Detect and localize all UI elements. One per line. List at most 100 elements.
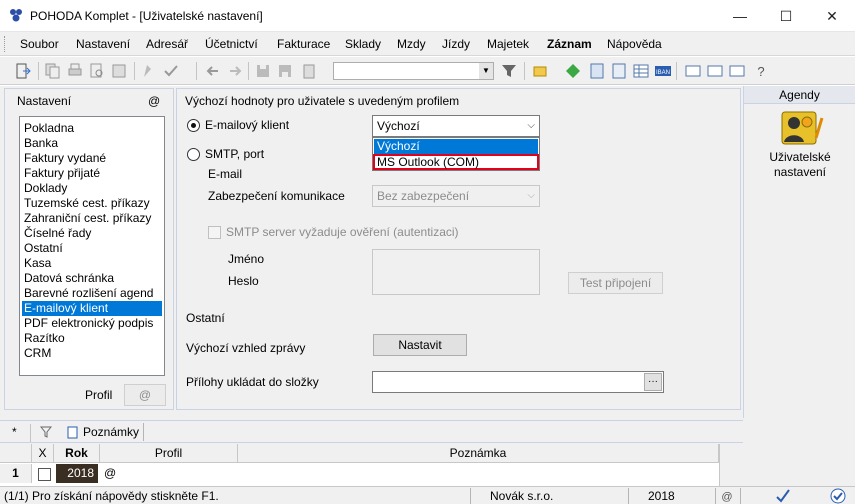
browse-button[interactable]: ··· [644, 373, 662, 391]
exit-icon[interactable] [14, 62, 32, 80]
at-icon[interactable]: @ [148, 94, 160, 108]
check-dropdown-icon[interactable] [162, 62, 180, 80]
new-record-star[interactable]: * [12, 425, 17, 439]
tab-poznamky[interactable]: Poznámky [83, 425, 139, 439]
menu-fakturace[interactable]: Fakturace [277, 37, 330, 51]
diamond-icon[interactable] [564, 62, 582, 80]
help-icon[interactable]: ? [752, 62, 770, 80]
list-item[interactable]: Datová schránka [22, 271, 162, 286]
copy-icon[interactable] [44, 62, 62, 80]
status-help: (1/1) Pro získání nápovědy stiskněte F1. [4, 489, 219, 503]
list-item[interactable]: Ostatní [22, 241, 162, 256]
filter-icon[interactable] [40, 426, 52, 438]
list-item[interactable]: Doklady [22, 181, 162, 196]
name-label: Jméno [228, 252, 265, 266]
list-item[interactable]: Razítko [22, 331, 162, 346]
column-header-profil[interactable]: Profil [100, 444, 238, 463]
svg-text:IBAN: IBAN [656, 70, 670, 76]
pohoda-app-icon [10, 9, 22, 22]
toolbar-search-combo[interactable]: ▼ [333, 62, 494, 80]
menu-mzdy[interactable]: Mzdy [397, 37, 426, 51]
list-item[interactable]: Faktury přijaté [22, 166, 162, 181]
menu-soubor[interactable]: Soubor [20, 37, 59, 51]
list-item[interactable]: Barevné rozlišení agend [22, 286, 162, 301]
message3-icon[interactable] [728, 62, 746, 80]
toolbar-separator [134, 62, 135, 80]
email-client-combo-value: Výchozí [377, 119, 420, 133]
pen-check-icon[interactable] [775, 488, 791, 504]
list-item[interactable]: Pokladna [22, 121, 162, 136]
email-client-combo[interactable]: Výchozí ⌵ [372, 115, 540, 137]
calculator-icon[interactable] [588, 62, 606, 80]
column-header-poznamka[interactable]: Poznámka [238, 444, 719, 463]
close-button[interactable]: ✕ [809, 0, 855, 32]
at-status-icon[interactable]: @ [720, 489, 734, 503]
agendas-panel: Agendy Uživatelské nastavení [743, 86, 855, 418]
back-arrow-icon[interactable] [204, 62, 222, 80]
print-icon[interactable] [66, 62, 84, 80]
menu-nastaveni[interactable]: Nastavení [76, 37, 130, 51]
menu-sklady[interactable]: Sklady [345, 37, 381, 51]
toolbar-separator [524, 62, 525, 80]
cell-poznamka[interactable] [242, 464, 712, 483]
menu-jizdy[interactable]: Jízdy [442, 37, 470, 51]
smtp-radio[interactable] [187, 148, 200, 161]
menu-zaznam[interactable]: Záznam [547, 37, 592, 51]
set-button[interactable]: Nastavit [373, 334, 467, 356]
menu-majetek[interactable]: Majetek [487, 37, 529, 51]
attachments-folder-input[interactable]: ··· [372, 371, 664, 393]
list-item[interactable]: Číselné řady [22, 226, 162, 241]
menu-bar: Soubor Nastavení Adresář Účetnictví Fakt… [0, 32, 855, 56]
email-client-radio[interactable] [187, 119, 200, 132]
cell-rok[interactable]: 2018 [56, 464, 98, 483]
clipboard-icon[interactable] [300, 62, 318, 80]
document-icon[interactable] [140, 62, 158, 80]
security-combo: Bez zabezpečení ⌵ [372, 185, 540, 207]
list-item[interactable]: Faktury vydané [22, 151, 162, 166]
maximize-button[interactable]: ☐ [763, 0, 809, 32]
preview-icon[interactable] [88, 62, 106, 80]
list-item[interactable]: Kasa [22, 256, 162, 271]
message2-icon[interactable] [706, 62, 724, 80]
menu-napoveda[interactable]: Nápověda [607, 37, 662, 51]
settings-list[interactable]: Pokladna Banka Faktury vydané Faktury př… [19, 116, 165, 376]
export-icon[interactable] [110, 62, 128, 80]
minimize-button[interactable]: — [717, 0, 763, 32]
menu-ucetnictvi[interactable]: Účetnictví [205, 37, 258, 51]
forward-arrow-icon[interactable] [226, 62, 244, 80]
message-icon[interactable] [684, 62, 702, 80]
list-item-selected[interactable]: E-mailový klient [22, 301, 162, 316]
chevron-down-icon: ⌵ [527, 190, 535, 201]
save-as-icon[interactable] [276, 62, 294, 80]
chevron-down-icon[interactable]: ▼ [479, 63, 493, 79]
user-settings-icon[interactable] [780, 110, 828, 146]
list-item[interactable]: CRM [22, 346, 162, 361]
list-item[interactable]: Banka [22, 136, 162, 151]
row-checkbox[interactable] [38, 468, 51, 481]
calculator2-icon[interactable] [610, 62, 628, 80]
cell-profil[interactable]: @ [104, 464, 234, 483]
list-item[interactable]: Tuzemské cest. příkazy [22, 196, 162, 211]
save-icon[interactable] [254, 62, 272, 80]
list-item[interactable]: Zahraniční cest. příkazy [22, 211, 162, 226]
list-item[interactable]: PDF elektronický podpis [22, 316, 162, 331]
default-view-label: Výchozí vzhled zprávy [186, 341, 306, 355]
notes-tab-bar: * Poznámky [0, 420, 743, 443]
test-connection-button[interactable]: Test připojení [568, 272, 663, 294]
star-folder-icon[interactable] [532, 62, 550, 80]
dropdown-option-default[interactable]: Výchozí [374, 139, 538, 154]
filter-icon[interactable] [500, 62, 518, 80]
column-header-x[interactable]: X [32, 444, 54, 463]
profile-button[interactable]: @ [124, 384, 166, 406]
email-client-dropdown[interactable]: Výchozí MS Outlook (COM) [372, 137, 540, 171]
user-settings-label[interactable]: Uživatelské nastavení [752, 150, 848, 180]
ok-circle-icon[interactable] [830, 488, 846, 504]
grid-scrollbar[interactable] [719, 444, 743, 486]
dropdown-option-ms-outlook[interactable]: MS Outlook (COM) [373, 154, 539, 170]
table-icon[interactable] [632, 62, 650, 80]
column-header-rok[interactable]: Rok [54, 444, 100, 463]
smtp-auth-checkbox[interactable] [208, 226, 221, 239]
menu-adresar[interactable]: Adresář [146, 37, 188, 51]
chevron-down-icon[interactable]: ⌵ [527, 120, 535, 131]
iban-icon[interactable]: IBAN [654, 62, 672, 80]
